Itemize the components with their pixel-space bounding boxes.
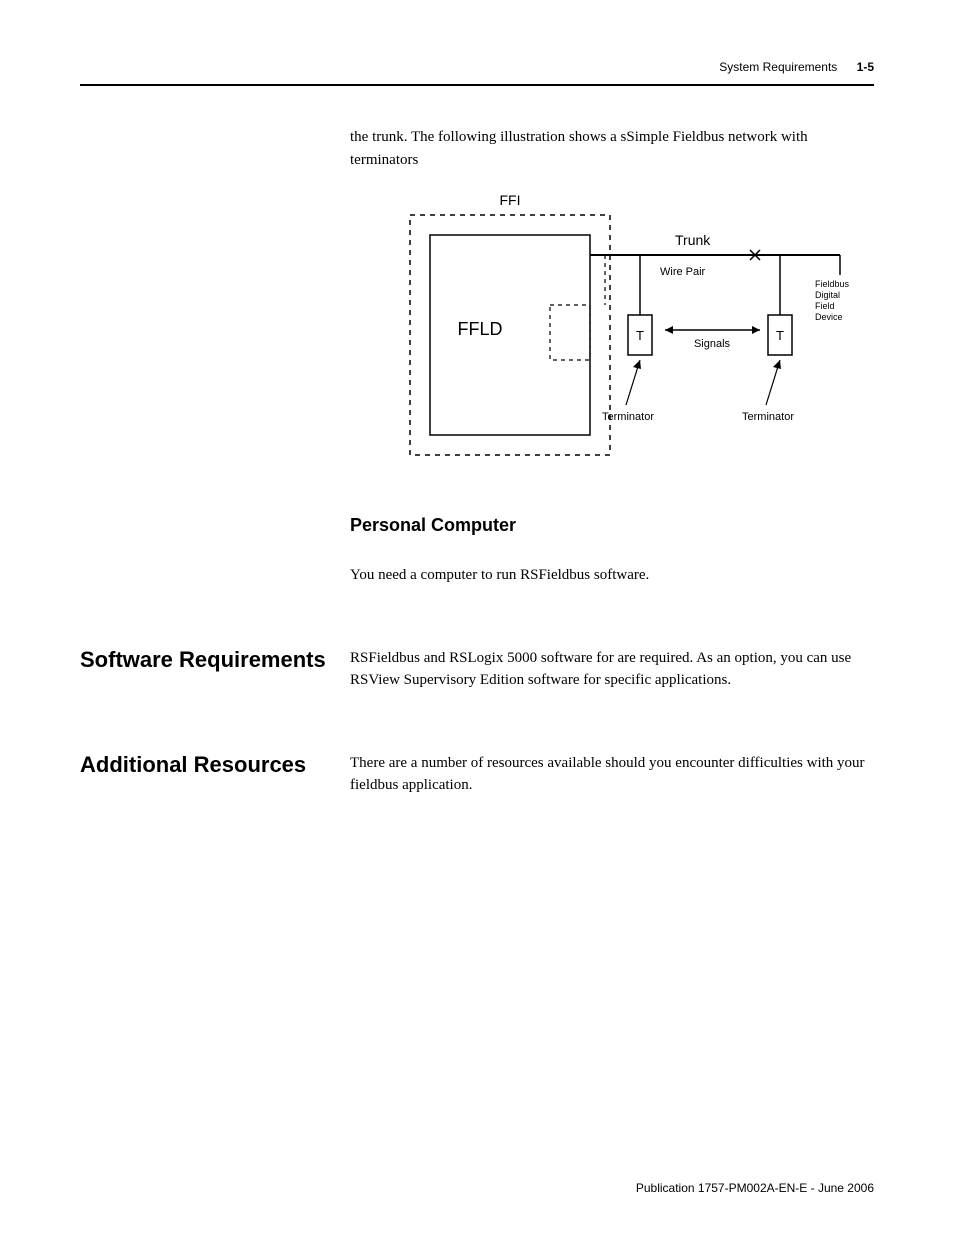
personal-computer-text: You need a computer to run RSFieldbus so… xyxy=(350,564,870,587)
additional-resources-body: There are a number of resources availabl… xyxy=(350,752,874,797)
diagram-wirepair-label: Wire Pair xyxy=(660,266,706,278)
publication-footer: Publication 1757-PM002A-EN-E - June 2006 xyxy=(636,1181,874,1195)
header-section-title: System Requirements xyxy=(719,60,837,74)
diagram-t1-label: T xyxy=(636,328,644,343)
diagram-t2-label: T xyxy=(776,328,784,343)
diagram-terminator1-label: Terminator xyxy=(602,411,654,423)
software-requirements-body: RSFieldbus and RSLogix 5000 software for… xyxy=(350,647,874,692)
diagram-terminator2-label: Terminator xyxy=(742,411,794,423)
header-page-number: 1-5 xyxy=(857,60,874,74)
software-requirements-heading: Software Requirements xyxy=(80,647,350,673)
diagram-signals-label: Signals xyxy=(694,338,731,350)
personal-computer-heading: Personal Computer xyxy=(350,515,870,536)
diagram-trunk-label: Trunk xyxy=(675,232,711,248)
diagram-device-label: Fieldbus Digital Field Device xyxy=(815,279,852,322)
additional-resources-heading: Additional Resources xyxy=(80,752,350,778)
network-diagram: FFI FFLD Trunk Wire Pair xyxy=(380,195,870,465)
diagram-ffi-label: FFI xyxy=(500,195,521,208)
page-header: System Requirements 1-5 xyxy=(80,60,874,86)
intro-paragraph: the trunk. The following illustration sh… xyxy=(350,126,870,171)
diagram-ffld-label: FFLD xyxy=(458,319,503,339)
